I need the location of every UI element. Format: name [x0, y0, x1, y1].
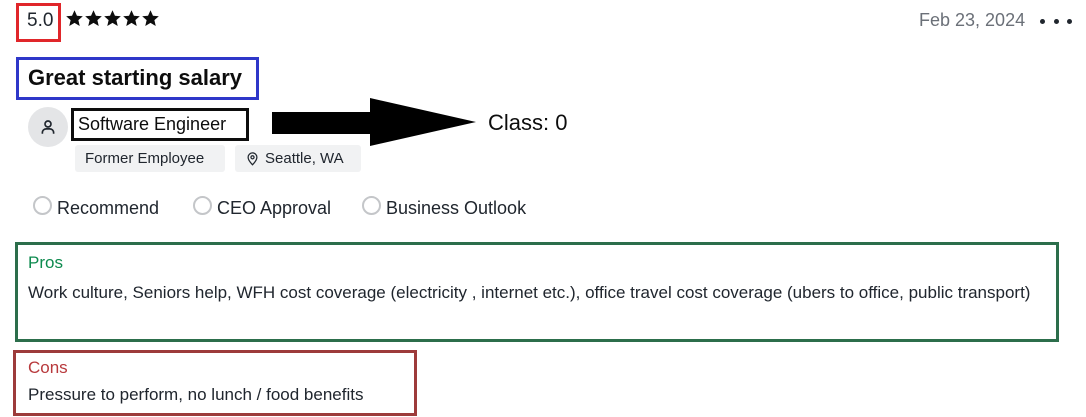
star-icon [104, 10, 121, 27]
review-headline: Great starting salary [28, 65, 242, 90]
star-icon [123, 10, 140, 27]
avatar [28, 107, 68, 147]
empty-circle-icon [362, 195, 381, 215]
rating-value: 5.0 [27, 10, 54, 31]
recommend-indicator: Recommend [33, 195, 160, 220]
more-horizontal-icon[interactable] [1040, 12, 1072, 30]
empty-circle-icon [33, 195, 52, 215]
job-title: Software Engineer [78, 114, 227, 134]
arrow-right-icon [272, 98, 476, 146]
empty-circle-icon [193, 195, 212, 215]
map-pin-icon [247, 152, 258, 166]
review-date: Feb 23, 2024 [919, 10, 1026, 30]
star-icon [66, 10, 83, 27]
ceo-approval-indicator: CEO Approval [193, 195, 332, 220]
cons-heading: Cons [28, 358, 68, 377]
employee-status-label: Former Employee [85, 150, 205, 167]
person-icon [41, 120, 55, 134]
star-icon [142, 10, 159, 27]
pros-text: Work culture, Seniors help, WFH cost cov… [28, 283, 1031, 302]
location-badge: Seattle, WA [235, 145, 361, 172]
recommend-label: Recommend [57, 198, 160, 218]
cons-text: Pressure to perform, no lunch / food ben… [28, 385, 364, 404]
business-outlook-label: Business Outlook [386, 198, 527, 218]
pros-heading: Pros [28, 253, 63, 272]
star-rating [65, 9, 160, 28]
class-label: Class: 0 [488, 110, 568, 135]
star-icon [85, 10, 102, 27]
employee-status-badge: Former Employee [75, 145, 225, 172]
location-label: Seattle, WA [265, 150, 344, 167]
ceo-approval-label: CEO Approval [217, 198, 332, 218]
business-outlook-indicator: Business Outlook [362, 195, 527, 220]
